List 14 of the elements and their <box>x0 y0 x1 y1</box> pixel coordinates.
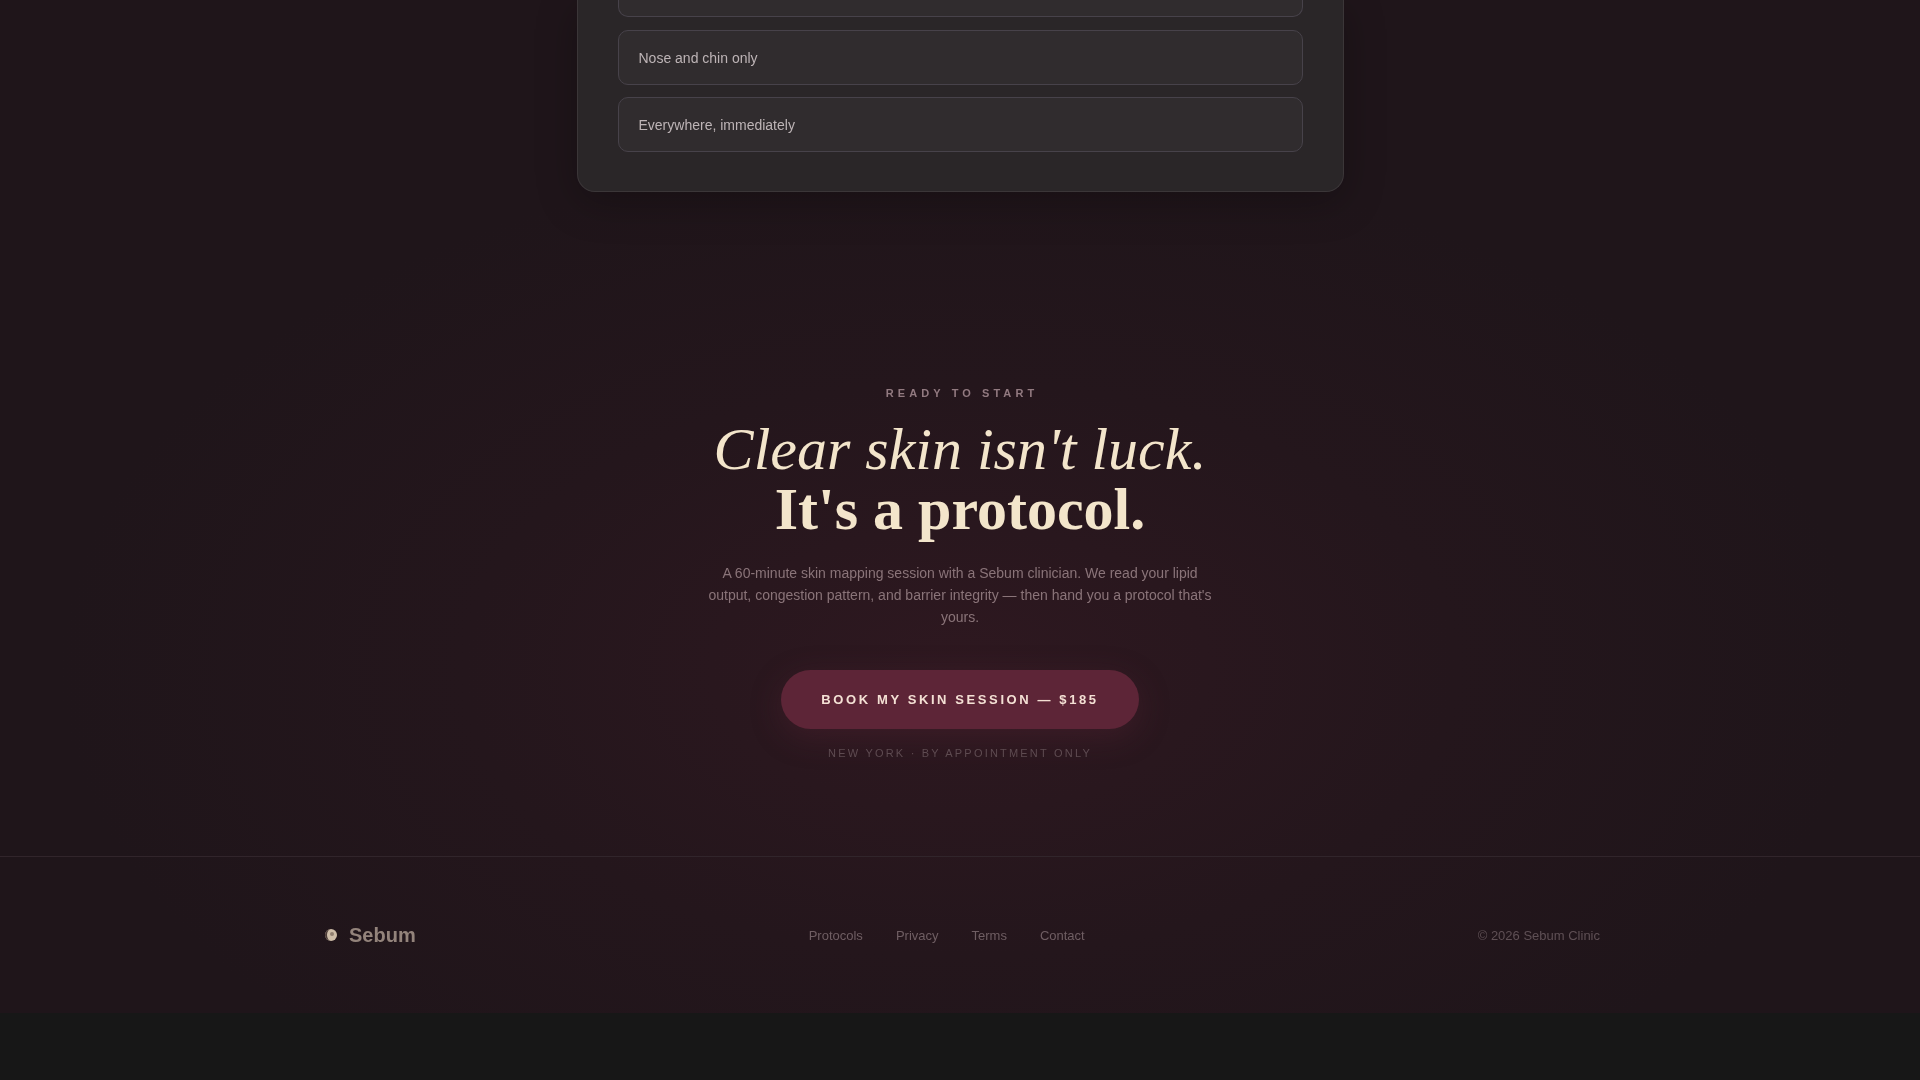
copyright-text: © 2026 Sebum Clinic <box>1477 927 1600 943</box>
bubble-icon <box>325 929 337 941</box>
footer-link[interactable]: Protocols <box>808 927 863 943</box>
answer-option[interactable] <box>617 0 1303 17</box>
eyebrow-label: READY TO START <box>885 386 1039 401</box>
footer-link[interactable]: Privacy <box>895 927 939 943</box>
answer-option[interactable]: Everywhere, immediately <box>617 97 1303 152</box>
footer-link[interactable]: Contact <box>1039 927 1085 943</box>
headline: Clear skin isn't luck. <box>713 419 1207 479</box>
footer-link[interactable]: Terms <box>971 927 1007 943</box>
description-text: A 60-minute skin mapping session with a Sebum clinician. We read your lipid output, congestion pattern, and barrier integrity — then hand you a protocol that's yours. <box>707 564 1213 627</box>
book-session-button[interactable]: BOOK MY SKIN SESSION — $185 <box>781 670 1139 729</box>
brand-name[interactable]: Sebum <box>349 923 416 947</box>
answer-option[interactable]: Nose and chin only <box>617 30 1303 85</box>
